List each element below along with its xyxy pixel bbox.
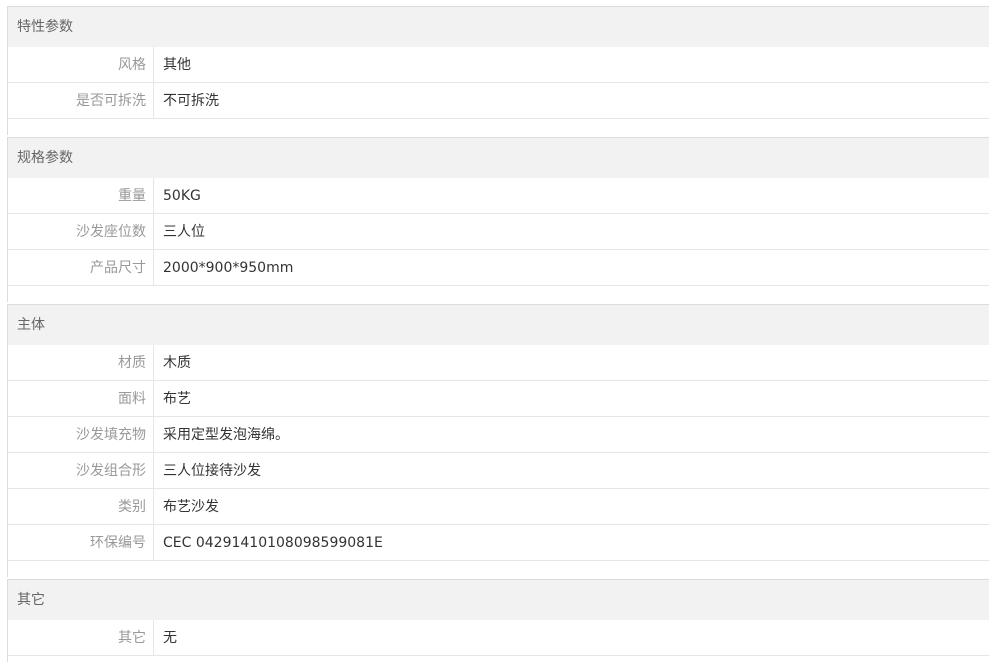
section-title: 规格参数 xyxy=(8,138,989,178)
spec-row: 材质 木质 xyxy=(8,345,989,381)
spec-row: 面料 布艺 xyxy=(8,381,989,417)
spec-row: 重量 50KG xyxy=(8,178,989,214)
spec-label: 风格 xyxy=(8,47,154,82)
spec-label: 类别 xyxy=(8,489,154,524)
spec-value: 2000*900*950mm xyxy=(163,260,294,276)
spec-value: 不可拆洗 xyxy=(163,93,219,109)
spec-value: 布艺沙发 xyxy=(163,499,219,515)
spec-row: 沙发座位数 三人位 xyxy=(8,214,989,250)
spec-label: 面料 xyxy=(8,381,154,416)
spec-label: 材质 xyxy=(8,345,154,380)
section-features: 特性参数 风格 其他 是否可拆洗 不可拆洗 xyxy=(7,6,989,135)
spec-value: 其他 xyxy=(163,57,191,73)
spec-value: CEC 04291410108098599081E xyxy=(163,535,383,551)
spec-label: 是否可拆洗 xyxy=(8,83,154,118)
spec-value: 木质 xyxy=(163,355,191,371)
section-specs: 规格参数 重量 50KG 沙发座位数 三人位 产品尺寸 2000*900*950… xyxy=(7,137,989,302)
spec-row: 类别 布艺沙发 xyxy=(8,489,989,525)
section-title: 主体 xyxy=(8,305,989,345)
spec-label: 环保编号 xyxy=(8,525,154,560)
spec-row: 沙发组合形 三人位接待沙发 xyxy=(8,453,989,489)
spec-label: 沙发填充物 xyxy=(8,417,154,452)
spec-row: 是否可拆洗 不可拆洗 xyxy=(8,83,989,119)
spec-value: 50KG xyxy=(163,188,201,204)
spec-value: 三人位接待沙发 xyxy=(163,463,261,479)
spec-value: 三人位 xyxy=(163,224,205,240)
spec-table: 特性参数 风格 其他 是否可拆洗 不可拆洗 规格参数 重量 50KG 沙发座位数… xyxy=(0,0,994,662)
spec-row: 产品尺寸 2000*900*950mm xyxy=(8,250,989,286)
spec-row: 风格 其他 xyxy=(8,47,989,83)
section-main: 主体 材质 木质 面料 布艺 沙发填充物 采用定型发泡海绵。 沙发组合形 三人位… xyxy=(7,304,989,577)
spec-row: 其它 无 xyxy=(8,620,989,656)
spec-label: 沙发座位数 xyxy=(8,214,154,249)
spec-label: 产品尺寸 xyxy=(8,250,154,285)
spec-value: 采用定型发泡海绵。 xyxy=(163,427,289,443)
spec-value: 无 xyxy=(163,630,177,646)
spec-label: 其它 xyxy=(8,620,154,655)
spec-label: 沙发组合形 xyxy=(8,453,154,488)
spec-row: 环保编号 CEC 04291410108098599081E xyxy=(8,525,989,561)
section-title: 其它 xyxy=(8,580,989,620)
spec-label: 重量 xyxy=(8,178,154,213)
spec-value: 布艺 xyxy=(163,391,191,407)
section-title: 特性参数 xyxy=(8,7,989,47)
spec-row: 沙发填充物 采用定型发泡海绵。 xyxy=(8,417,989,453)
section-other: 其它 其它 无 xyxy=(7,579,989,662)
